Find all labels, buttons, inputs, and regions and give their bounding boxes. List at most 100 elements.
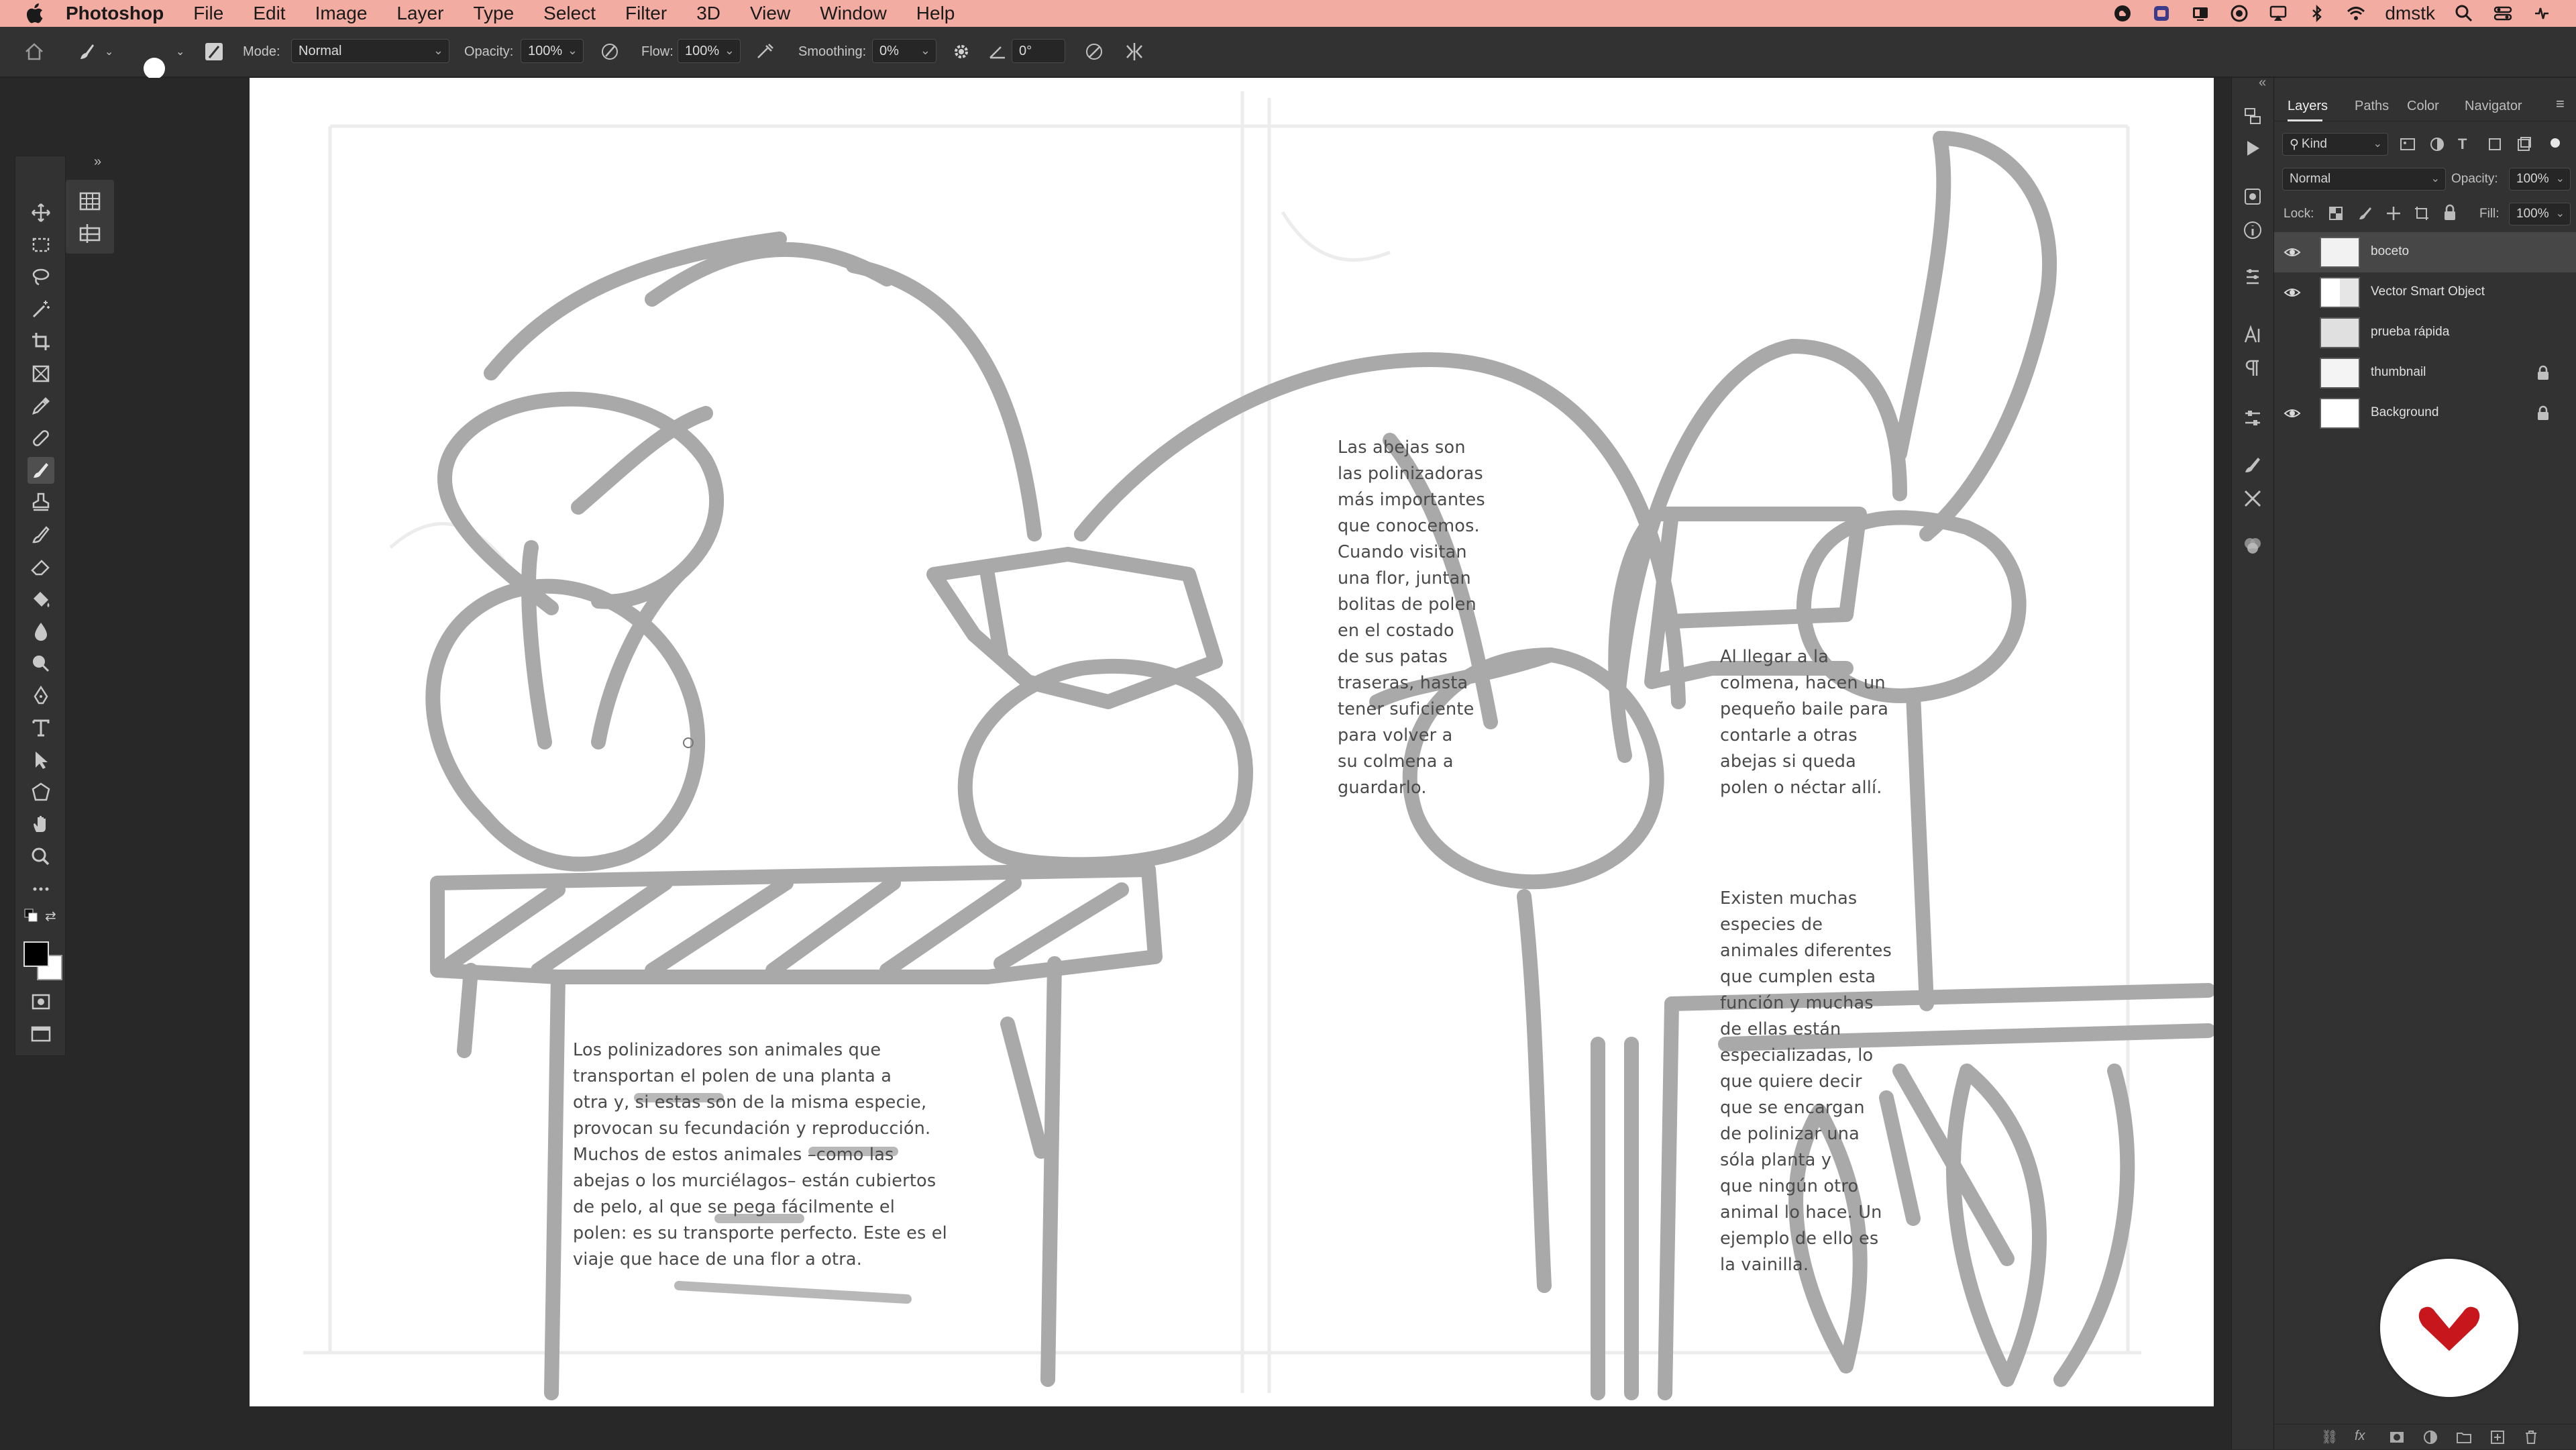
blur-tool-icon[interactable] xyxy=(28,618,54,645)
paragraph-icon[interactable] xyxy=(2241,357,2264,380)
link-layers-icon[interactable]: ⛓ xyxy=(2321,1429,2339,1446)
tab-paths[interactable]: Paths xyxy=(2355,91,2389,121)
lock-artboard-icon[interactable] xyxy=(2414,205,2430,221)
healing-tool-icon[interactable] xyxy=(28,425,54,452)
menu-help[interactable]: Help xyxy=(916,3,955,24)
user-name[interactable]: dmstk xyxy=(2385,3,2435,24)
menu-type[interactable]: Type xyxy=(473,3,514,24)
magic-wand-tool-icon[interactable] xyxy=(28,296,54,323)
eyedropper-tool-icon[interactable] xyxy=(28,393,54,419)
document-canvas[interactable]: Los polinizadores son animales que trans… xyxy=(250,78,2214,1406)
frame-tool-icon[interactable] xyxy=(28,360,54,387)
pressure-size-icon[interactable] xyxy=(1083,40,1106,63)
pen-tool-icon[interactable] xyxy=(28,682,54,709)
history-icon[interactable] xyxy=(2241,105,2264,127)
zoom-tool-icon[interactable] xyxy=(28,843,54,870)
flow-field[interactable]: 100% ⌄ xyxy=(678,39,741,63)
menu-filter[interactable]: Filter xyxy=(625,3,667,24)
menu-layer[interactable]: Layer xyxy=(396,3,443,24)
menu-edit[interactable]: Edit xyxy=(253,3,285,24)
new-group-icon[interactable] xyxy=(2455,1429,2473,1446)
shape-filter-icon[interactable] xyxy=(2486,136,2504,153)
dodge-tool-icon[interactable] xyxy=(28,650,54,677)
grid-icon[interactable] xyxy=(78,189,102,213)
pressure-opacity-icon[interactable] xyxy=(598,40,621,63)
lock-all-icon[interactable] xyxy=(2442,204,2458,221)
visibility-eye-icon[interactable] xyxy=(2284,405,2301,421)
visibility-off-placeholder[interactable] xyxy=(2284,325,2301,341)
path-selection-tool-icon[interactable] xyxy=(28,747,54,774)
panel-menu-icon[interactable]: ≡ xyxy=(2556,95,2565,113)
shape-tool-icon[interactable] xyxy=(28,779,54,806)
app-name-menu[interactable]: Photoshop xyxy=(66,3,164,24)
menu-window[interactable]: Window xyxy=(820,3,887,24)
quick-mask-icon[interactable] xyxy=(28,988,54,1015)
tab-navigator[interactable]: Navigator xyxy=(2465,91,2522,121)
lasso-tool-icon[interactable] xyxy=(28,264,54,291)
move-tool-icon[interactable] xyxy=(28,199,54,226)
menu-select[interactable]: Select xyxy=(543,3,596,24)
siri-icon[interactable] xyxy=(2532,3,2552,23)
home-icon[interactable] xyxy=(23,40,46,63)
menu-image[interactable]: Image xyxy=(315,3,368,24)
visibility-eye-icon[interactable] xyxy=(2284,244,2301,260)
layer-opacity-field[interactable]: 100% ⌄ xyxy=(2509,168,2571,191)
brush-settings-icon[interactable] xyxy=(203,40,225,63)
airplay-icon[interactable] xyxy=(2268,3,2288,23)
new-adjustment-icon[interactable] xyxy=(2422,1429,2439,1446)
visibility-off-placeholder[interactable] xyxy=(2284,365,2301,381)
tab-color[interactable]: Color xyxy=(2407,91,2439,121)
blend-mode-select[interactable]: Normal ⌄ xyxy=(2282,168,2446,191)
swap-colors-icon[interactable]: ⇄ xyxy=(45,908,61,924)
play-actions-icon[interactable] xyxy=(2241,137,2264,160)
display-icon[interactable] xyxy=(2190,3,2210,23)
wacom-icon[interactable] xyxy=(2151,3,2171,23)
trash-icon[interactable] xyxy=(2522,1429,2540,1446)
visibility-eye-icon[interactable] xyxy=(2284,284,2301,301)
brush-preset-arrow[interactable]: ⌄ xyxy=(105,27,113,76)
layer-row-background[interactable]: Background xyxy=(2274,393,2576,433)
screen-record-icon[interactable] xyxy=(2229,3,2249,23)
menu-file[interactable]: File xyxy=(193,3,223,24)
tool-presets-icon[interactable] xyxy=(2241,487,2264,510)
layer-row-prueba-rapida[interactable]: prueba rápida xyxy=(2274,313,2576,353)
channels-icon[interactable] xyxy=(2241,534,2264,557)
eraser-tool-icon[interactable] xyxy=(28,554,54,580)
airbrush-icon[interactable] xyxy=(754,40,777,63)
new-layer-icon[interactable] xyxy=(2489,1429,2506,1446)
creative-cloud-icon[interactable] xyxy=(2112,3,2133,23)
menu-3d[interactable]: 3D xyxy=(696,3,720,24)
lock-pixels-icon[interactable] xyxy=(2357,205,2373,221)
brush-size-arrow[interactable]: ⌄ xyxy=(176,27,184,76)
bluetooth-icon[interactable] xyxy=(2307,3,2327,23)
default-colors-icon[interactable] xyxy=(23,908,40,924)
collapse-dock-icon[interactable]: « xyxy=(2259,75,2266,91)
lock-transparent-icon[interactable] xyxy=(2328,205,2344,221)
pixel-filter-icon[interactable] xyxy=(2399,136,2416,153)
search-icon[interactable] xyxy=(2454,3,2474,23)
adjustments-icon[interactable] xyxy=(2241,266,2264,289)
layer-row-vector-smart-object[interactable]: Vector Smart Object xyxy=(2274,272,2576,313)
add-mask-icon[interactable] xyxy=(2388,1429,2406,1446)
screen-mode-icon[interactable] xyxy=(28,1021,54,1047)
libraries-icon[interactable] xyxy=(2241,185,2264,208)
brush-preset-icon[interactable] xyxy=(75,40,98,63)
properties-icon[interactable] xyxy=(2241,407,2264,429)
brush-tool-icon[interactable] xyxy=(28,457,54,484)
timeline-icon[interactable] xyxy=(78,221,102,246)
stamp-tool-icon[interactable] xyxy=(28,489,54,516)
smoothing-field[interactable]: 0% ⌄ xyxy=(872,39,936,63)
apple-menu-icon[interactable] xyxy=(25,2,46,25)
filter-toggle-icon[interactable] xyxy=(2551,138,2560,148)
angle-field[interactable]: 0° xyxy=(1012,39,1065,63)
layer-filter-select[interactable]: ⚲ Kind ⌄ xyxy=(2282,133,2388,156)
lock-position-icon[interactable] xyxy=(2385,205,2402,221)
wifi-icon[interactable] xyxy=(2346,3,2366,23)
history-brush-tool-icon[interactable] xyxy=(28,521,54,548)
opacity-field[interactable]: 100% ⌄ xyxy=(521,39,584,63)
info-icon[interactable] xyxy=(2241,219,2264,242)
tab-layers[interactable]: Layers xyxy=(2288,91,2328,121)
character-icon[interactable] xyxy=(2241,323,2264,346)
gear-icon[interactable] xyxy=(950,40,973,63)
symmetry-icon[interactable] xyxy=(1123,40,1146,63)
